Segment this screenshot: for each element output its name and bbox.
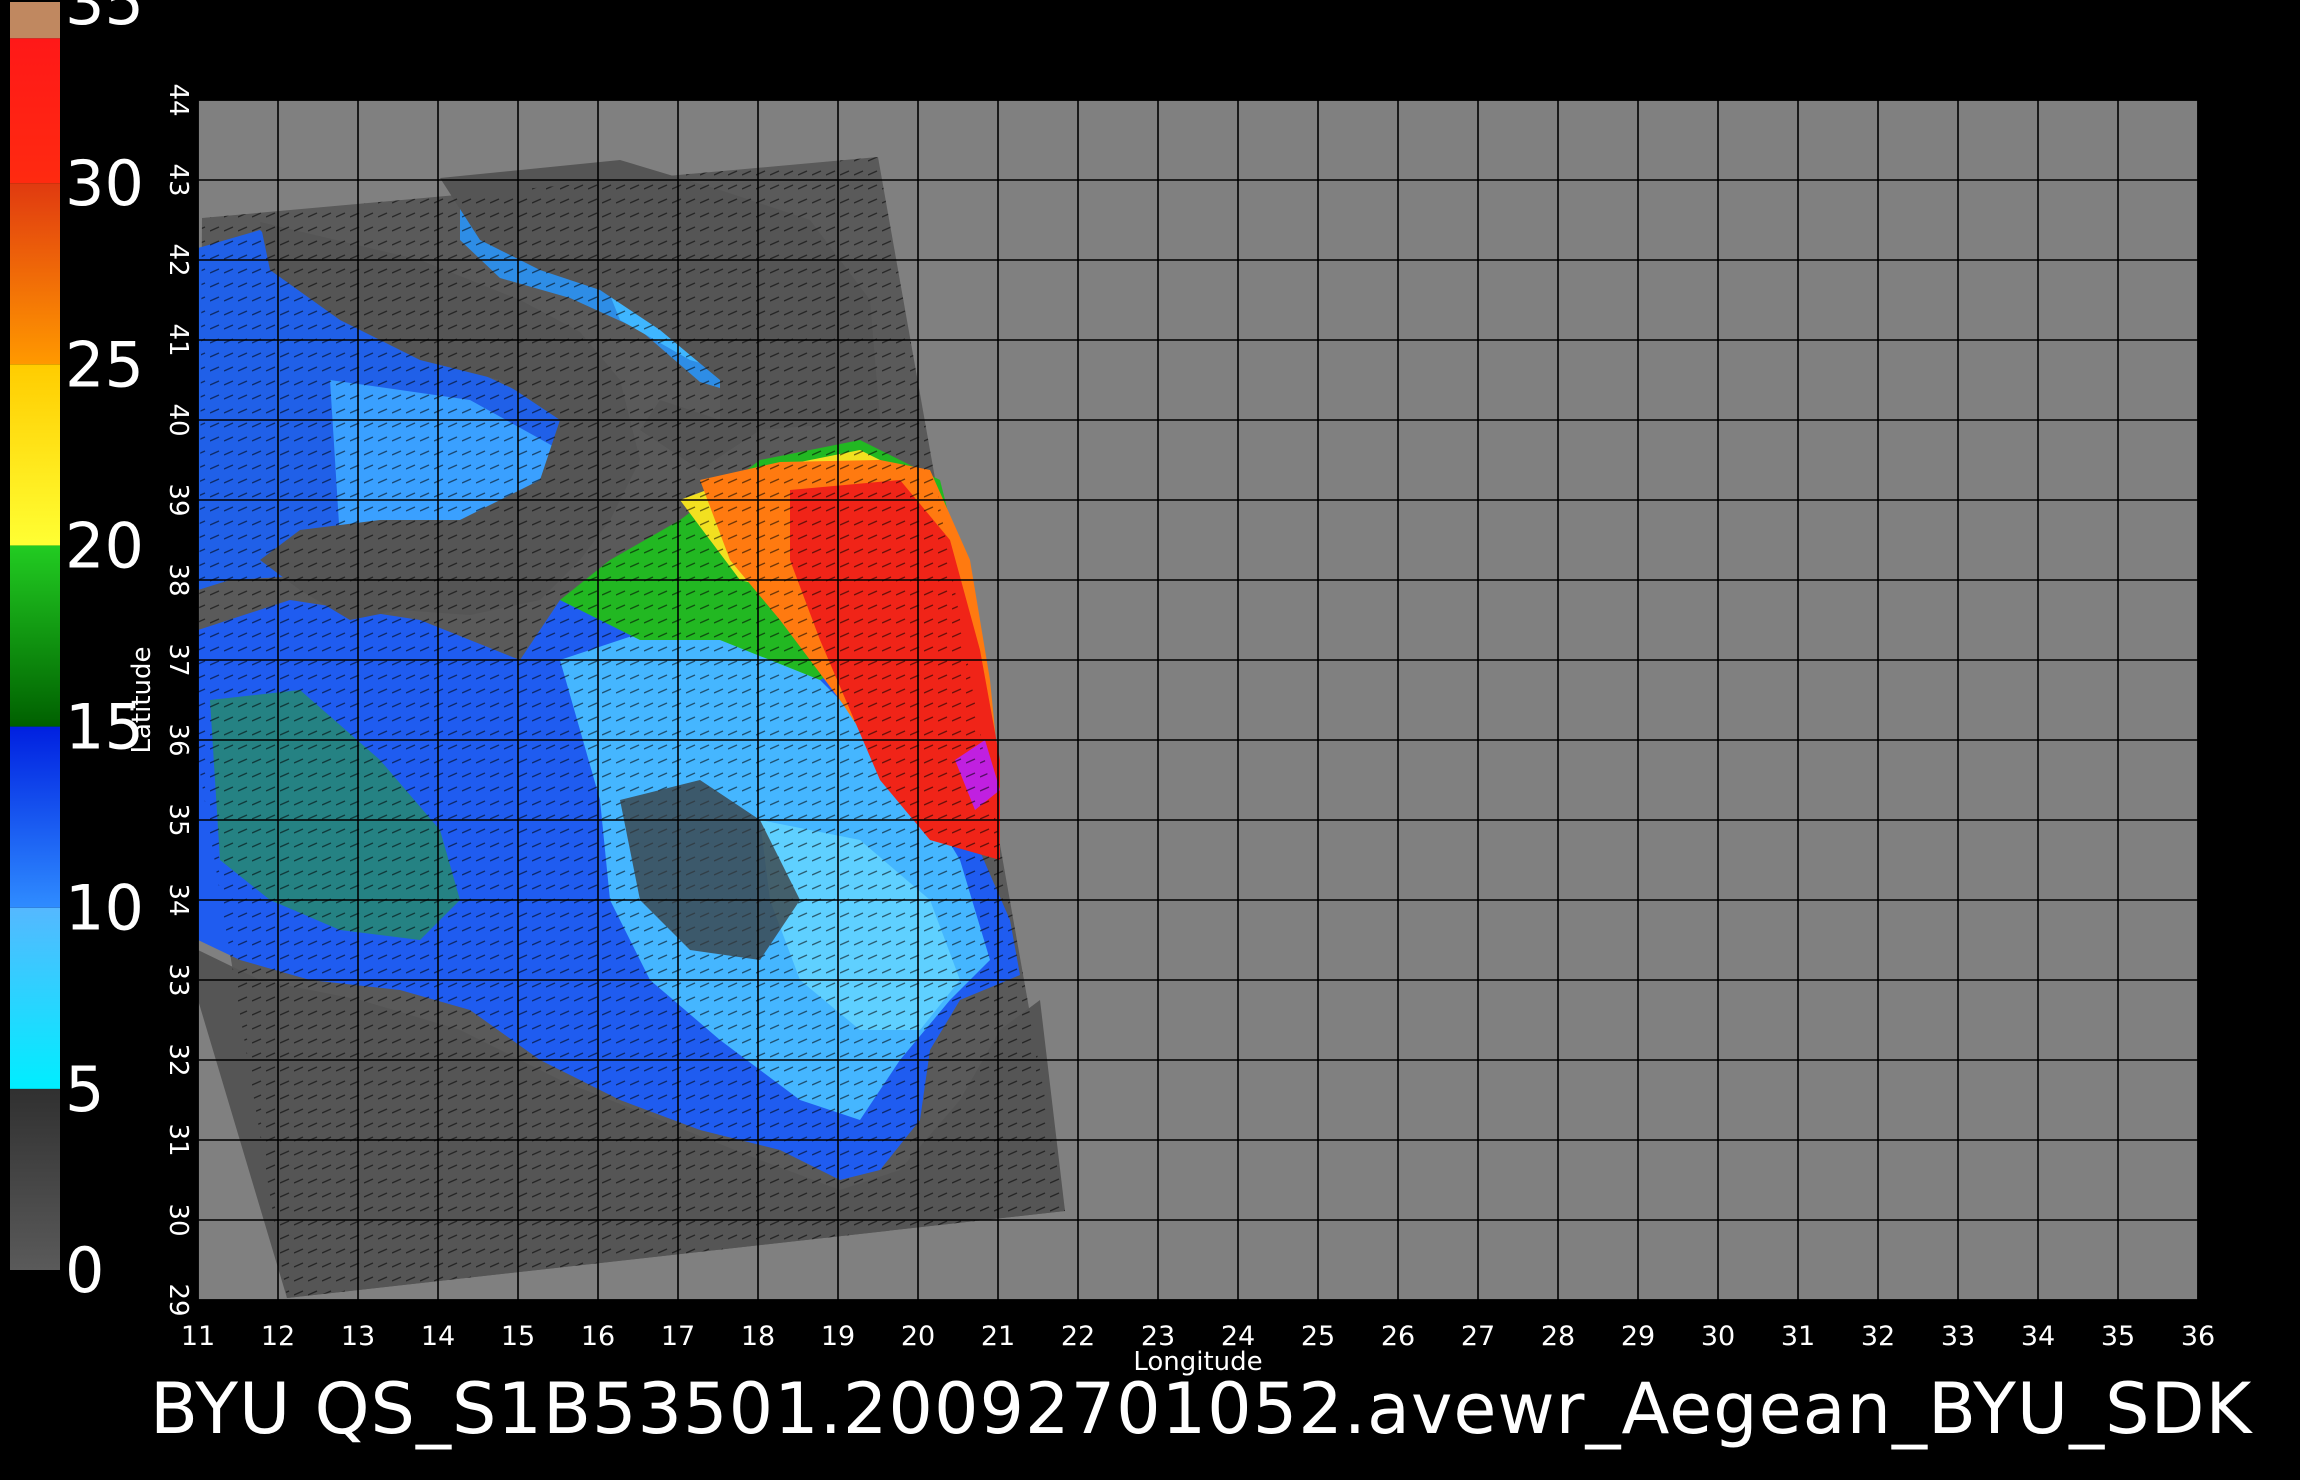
y-tick-label: 44 (163, 83, 193, 116)
colorbar: 05101520253035 (10, 0, 144, 1307)
colorbar-segment (10, 183, 60, 365)
colorbar-tick-label: 0 (65, 1234, 104, 1307)
colorbar-segment (10, 1088, 60, 1270)
x-tick-label: 18 (741, 1321, 775, 1352)
y-tick-label: 34 (163, 883, 193, 916)
colorbar-tick-label: 35 (65, 0, 144, 39)
colorbar-tick-label: 20 (65, 509, 144, 582)
y-tick-label: 40 (163, 403, 193, 436)
y-tick-label: 43 (163, 163, 193, 196)
y-tick-label: 33 (163, 963, 193, 996)
y-tick-label: 36 (163, 723, 193, 756)
x-tick-label: 19 (821, 1321, 855, 1352)
x-tick-label: 17 (661, 1321, 695, 1352)
colorbar-tick-label: 25 (65, 328, 144, 401)
colorbar-segment (10, 2, 60, 39)
x-tick-label: 14 (421, 1321, 455, 1352)
x-tick-label: 12 (261, 1321, 295, 1352)
y-tick-label: 35 (163, 803, 193, 836)
x-tick-label: 28 (1541, 1321, 1575, 1352)
x-tick-label: 20 (901, 1321, 935, 1352)
y-axis-label: Latitude (127, 646, 157, 753)
x-tick-label: 21 (981, 1321, 1015, 1352)
wind-speed-map: 0 5 10 15 20 25 30 35 11 12 13 14 15 16 17 18 1… (10, 0, 2228, 1377)
y-tick-label: 38 (163, 563, 193, 596)
colorbar-segment (10, 545, 60, 727)
colorbar-segment (10, 726, 60, 908)
y-tick-label: 30 (163, 1203, 193, 1236)
y-tick-label: 32 (163, 1043, 193, 1076)
colorbar-segment (10, 364, 60, 546)
x-tick-label: 32 (1861, 1321, 1895, 1352)
y-tick-label: 37 (163, 643, 193, 676)
x-tick-label: 30 (1701, 1321, 1735, 1352)
x-tick-label: 31 (1781, 1321, 1815, 1352)
y-tick-labels: 29 30 31 32 33 34 35 36 37 38 39 40 41 42 43 44 (163, 83, 193, 1316)
x-tick-label: 33 (1941, 1321, 1975, 1352)
x-tick-label: 29 (1621, 1321, 1655, 1352)
y-tick-label: 39 (163, 483, 193, 516)
x-tick-label: 34 (2021, 1321, 2055, 1352)
x-tick-label: 13 (341, 1321, 375, 1352)
x-tick-label: 11 (181, 1321, 215, 1352)
y-tick-label: 31 (163, 1123, 193, 1156)
colorbar-tick-label: 10 (65, 872, 144, 945)
x-tick-label: 26 (1381, 1321, 1415, 1352)
x-tick-label: 25 (1301, 1321, 1335, 1352)
colorbar-tick-label: 5 (65, 1053, 104, 1126)
footer-caption: BYU QS_S1B53501.20092701052.avewr_Aegean… (150, 1368, 2253, 1450)
y-tick-label: 42 (163, 243, 193, 276)
x-tick-label: 36 (2181, 1321, 2215, 1352)
x-tick-label: 22 (1061, 1321, 1095, 1352)
x-tick-label: 16 (581, 1321, 615, 1352)
x-tick-label: 35 (2101, 1321, 2135, 1352)
colorbar-segment (10, 38, 60, 184)
x-tick-label: 15 (501, 1321, 535, 1352)
y-tick-label: 41 (163, 323, 193, 356)
y-tick-label: 29 (163, 1283, 193, 1316)
colorbar-segment (10, 907, 60, 1089)
colorbar-tick-label: 30 (65, 147, 144, 220)
x-tick-label: 27 (1461, 1321, 1495, 1352)
